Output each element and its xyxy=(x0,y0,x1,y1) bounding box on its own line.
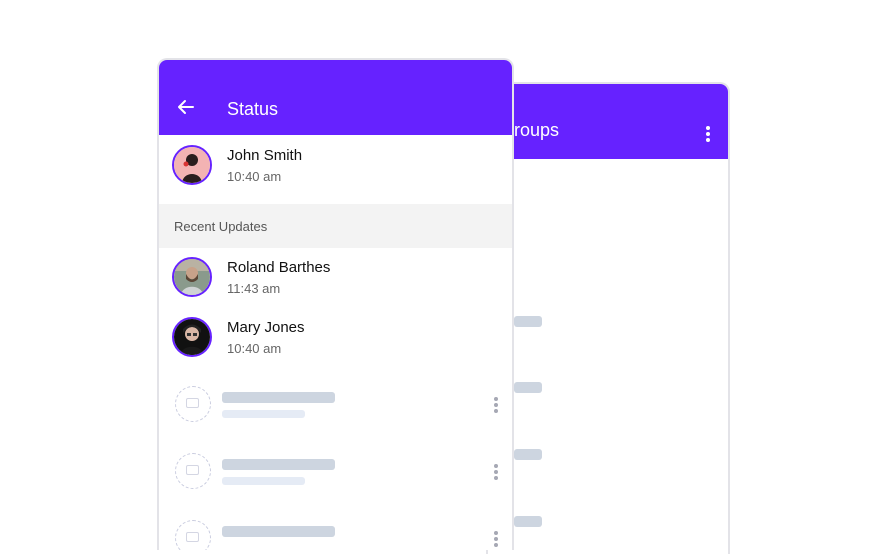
placeholder-row xyxy=(159,512,512,550)
avatar xyxy=(172,145,212,185)
section-label: Recent Updates xyxy=(174,219,268,234)
status-time: 10:40 am xyxy=(227,341,282,356)
recent-updates-header: Recent Updates xyxy=(159,204,512,248)
skeleton-line xyxy=(222,410,305,418)
more-options-icon[interactable] xyxy=(494,464,498,482)
groups-screen: Groups xyxy=(486,82,730,554)
back-arrow-icon[interactable] xyxy=(175,96,197,118)
more-options-icon[interactable] xyxy=(494,531,498,549)
contact-name: John Smith xyxy=(227,147,303,164)
status-time: 10:40 am xyxy=(227,169,282,184)
skeleton-line xyxy=(514,316,542,327)
avatar xyxy=(172,317,212,357)
skeleton-line xyxy=(514,382,542,393)
avatar xyxy=(172,257,212,297)
skeleton-line xyxy=(514,516,542,527)
skeleton-line xyxy=(222,459,335,470)
more-options-icon[interactable] xyxy=(706,126,710,144)
skeleton-line xyxy=(222,526,335,537)
placeholder-row xyxy=(159,445,512,505)
skeleton-line xyxy=(514,449,542,460)
skeleton-line xyxy=(222,477,305,485)
image-placeholder-icon xyxy=(175,453,211,489)
status-update-row[interactable]: Roland Barthes 11:43 am xyxy=(159,249,512,309)
status-screen: Status John Smith 10:40 am Recent Update… xyxy=(157,58,514,550)
my-status-row[interactable]: John Smith 10:40 am xyxy=(159,137,512,197)
contact-name: Roland Barthes xyxy=(227,259,331,276)
status-title: Status xyxy=(227,99,279,119)
placeholder-row xyxy=(159,378,512,438)
contact-name: Mary Jones xyxy=(227,319,305,336)
groups-app-bar: Groups xyxy=(488,84,728,159)
status-time: 11:43 am xyxy=(227,281,281,296)
image-placeholder-icon xyxy=(175,386,211,422)
image-placeholder-icon xyxy=(175,520,211,550)
status-app-bar: Status xyxy=(159,60,512,135)
status-update-row[interactable]: Mary Jones 10:40 am xyxy=(159,309,512,369)
more-options-icon[interactable] xyxy=(494,397,498,415)
skeleton-line xyxy=(222,392,335,403)
